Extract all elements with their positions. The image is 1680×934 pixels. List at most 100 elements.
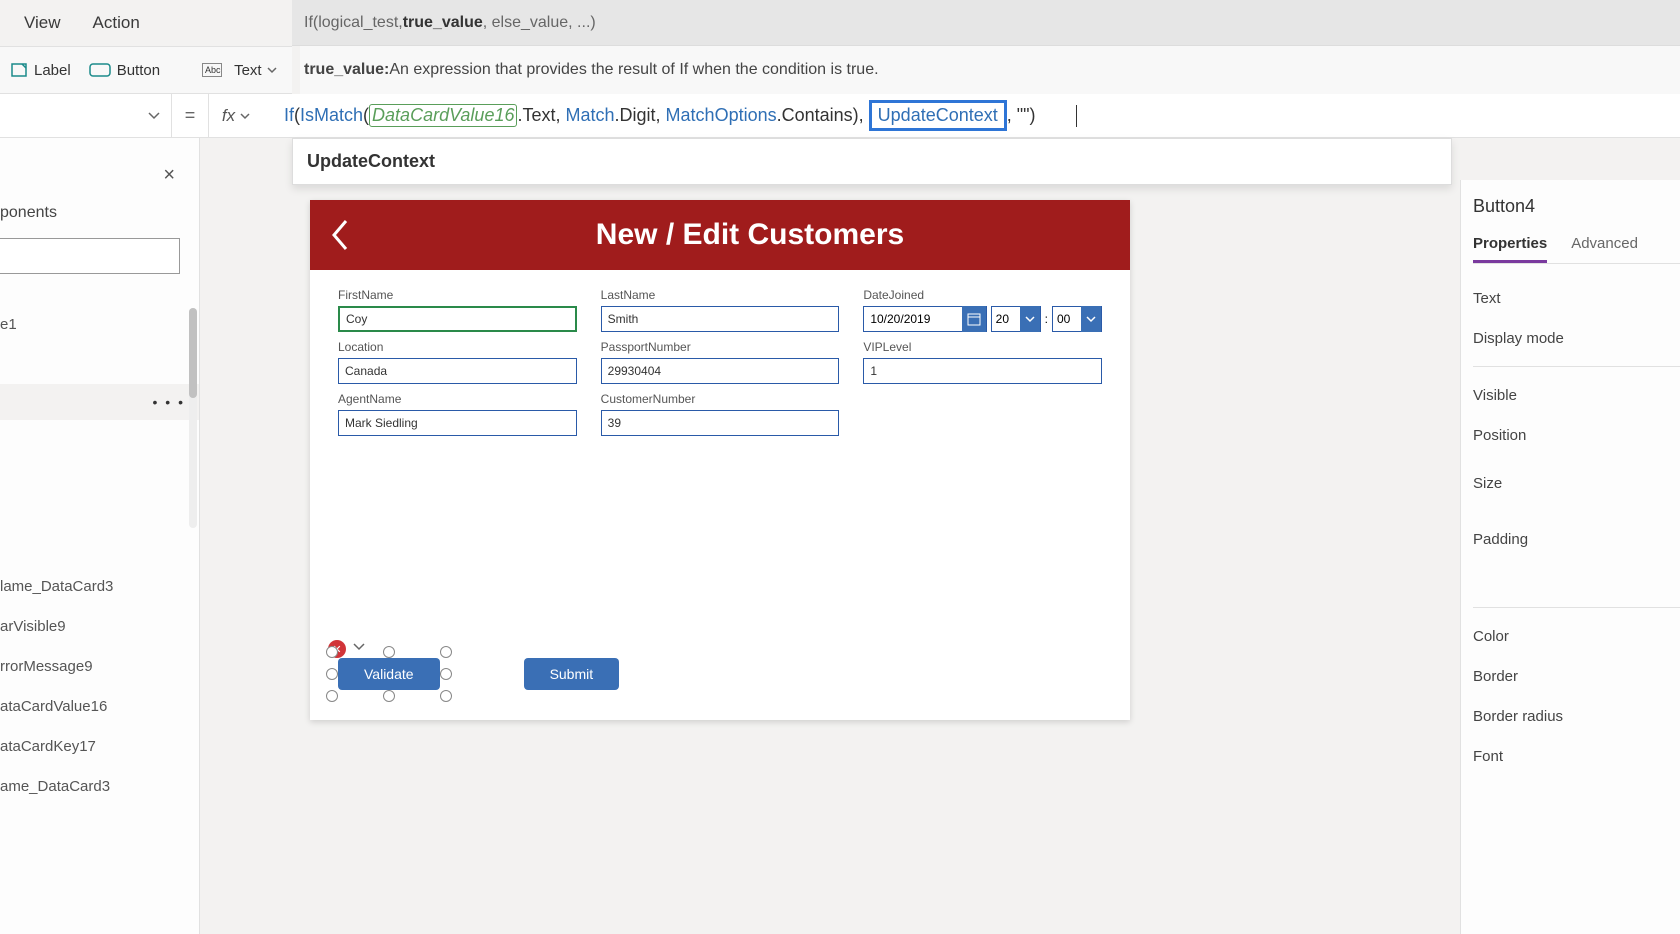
field-label: Location xyxy=(338,340,577,354)
field-lastname: LastName xyxy=(601,288,840,332)
insert-text-dropdown[interactable]: Abc Text xyxy=(198,62,284,79)
prop-display-mode[interactable]: Display mode xyxy=(1473,318,1680,358)
button-icon xyxy=(89,63,111,77)
fx-label[interactable]: fx xyxy=(208,94,264,138)
date-input[interactable]: 10/20/2019 xyxy=(863,306,986,332)
menu-bar: View Action xyxy=(0,0,1680,46)
formula-if: If xyxy=(284,105,294,126)
prop-position[interactable]: Position xyxy=(1473,415,1680,455)
formula-highlight: UpdateContext xyxy=(869,100,1007,131)
tree-item[interactable]: ataCardKey17 xyxy=(0,738,96,755)
divider xyxy=(1473,366,1680,367)
chevron-down-icon[interactable] xyxy=(352,640,366,659)
hour-select[interactable]: 20 xyxy=(991,306,1041,332)
field-label: CustomerNumber xyxy=(601,392,840,406)
submit-button[interactable]: Submit xyxy=(524,658,620,690)
scrollbar-thumb[interactable] xyxy=(189,308,197,398)
tree-item[interactable]: lame_DataCard3 xyxy=(0,578,113,595)
tab-advanced[interactable]: Advanced xyxy=(1571,235,1638,263)
custno-input[interactable] xyxy=(601,410,840,436)
label-icon xyxy=(10,61,28,79)
field-label: FirstName xyxy=(338,288,577,302)
back-button[interactable] xyxy=(310,217,370,253)
tree-view-header: ponents xyxy=(0,204,57,222)
field-label: DateJoined xyxy=(863,288,1102,302)
svg-text:Abc: Abc xyxy=(205,65,221,75)
tree-item[interactable]: arVisible9 xyxy=(0,618,66,635)
tree-search-input[interactable] xyxy=(0,238,180,274)
chevron-down-icon xyxy=(239,110,251,122)
chevron-down-icon[interactable] xyxy=(1020,306,1040,332)
ribbon-description: true_value: An expression that provides … xyxy=(300,46,1680,94)
fx-text: fx xyxy=(222,106,235,126)
button-row: ✕ Validate Submit xyxy=(338,658,619,690)
insert-text-label: Text xyxy=(234,62,262,79)
insert-button-button[interactable]: Button xyxy=(89,62,160,79)
tab-properties[interactable]: Properties xyxy=(1473,235,1547,263)
insert-button-text: Button xyxy=(117,62,160,79)
location-input[interactable] xyxy=(338,358,577,384)
prop-font[interactable]: Font xyxy=(1473,736,1680,776)
date-value: 10/20/2019 xyxy=(864,312,961,326)
tree-item[interactable]: ataCardValue16 xyxy=(0,698,107,715)
minute-select[interactable]: 00 xyxy=(1052,306,1102,332)
prop-text[interactable]: Text xyxy=(1473,278,1680,318)
text-cursor xyxy=(1076,105,1077,127)
lastname-input[interactable] xyxy=(601,306,840,332)
chevron-down-icon xyxy=(266,64,278,76)
formula-bar: = fx If(IsMatch(DataCardValue16.Text, Ma… xyxy=(0,94,1680,138)
calendar-icon[interactable] xyxy=(962,306,986,332)
prop-border-radius[interactable]: Border radius xyxy=(1473,696,1680,736)
time-colon: : xyxy=(1045,306,1048,332)
more-icon[interactable]: • • • xyxy=(153,394,185,410)
field-label: LastName xyxy=(601,288,840,302)
firstname-input[interactable] xyxy=(338,306,577,332)
prop-visible[interactable]: Visible xyxy=(1473,375,1680,415)
prop-border[interactable]: Border xyxy=(1473,656,1680,696)
formula-input[interactable]: If(IsMatch(DataCardValue16.Text, Match.D… xyxy=(264,100,1680,131)
insert-label-text: Label xyxy=(34,62,71,79)
field-label: PassportNumber xyxy=(601,340,840,354)
formula-ismatch: IsMatch xyxy=(300,105,363,126)
prop-padding[interactable]: Padding xyxy=(1473,511,1680,567)
formula-matchoptions: MatchOptions xyxy=(666,105,777,126)
minute-value: 00 xyxy=(1053,312,1081,326)
chevron-down-icon xyxy=(147,109,161,123)
menu-action[interactable]: Action xyxy=(93,13,140,33)
field-vip: VIPLevel xyxy=(863,340,1102,384)
formula-match: Match xyxy=(566,105,615,126)
prop-size[interactable]: Size xyxy=(1473,455,1680,511)
error-badge-icon[interactable]: ✕ xyxy=(328,640,346,658)
properties-tabs: Properties Advanced xyxy=(1473,235,1680,264)
field-firstname: FirstName xyxy=(338,288,577,332)
chevron-down-icon[interactable] xyxy=(1081,306,1101,332)
tree-item[interactable]: rrorMessage9 xyxy=(0,658,93,675)
menu-view[interactable]: View xyxy=(24,13,61,33)
agent-input[interactable] xyxy=(338,410,577,436)
field-agent: AgentName xyxy=(338,392,577,436)
validate-button[interactable]: Validate xyxy=(338,658,440,690)
tree-view-panel: × ponents e1 • • • lame_DataCard3 arVisi… xyxy=(0,138,200,934)
autocomplete-item[interactable]: UpdateContext xyxy=(307,151,1437,172)
tree-item-selected[interactable]: • • • xyxy=(0,384,199,420)
chevron-left-icon xyxy=(328,217,352,253)
ribbon-toolbar: Label Button Abc Text xyxy=(0,46,292,94)
tree-item[interactable]: e1 xyxy=(0,316,17,333)
passport-input[interactable] xyxy=(601,358,840,384)
formula-ref: DataCardValue16 xyxy=(369,104,517,127)
close-icon[interactable]: × xyxy=(163,164,175,187)
vip-input[interactable] xyxy=(863,358,1102,384)
hour-value: 20 xyxy=(992,312,1020,326)
text-icon: Abc xyxy=(202,63,222,77)
property-dropdown[interactable] xyxy=(0,94,172,138)
equals-label: = xyxy=(172,105,208,126)
insert-label-button[interactable]: Label xyxy=(10,61,71,79)
tree-item[interactable]: ame_DataCard3 xyxy=(0,778,110,795)
field-datejoined: DateJoined 10/20/2019 20 : 00 xyxy=(863,288,1102,332)
prop-color[interactable]: Color xyxy=(1473,616,1680,656)
app-canvas: New / Edit Customers FirstName LastName … xyxy=(310,200,1130,720)
form-grid: FirstName LastName DateJoined 10/20/2019… xyxy=(310,270,1130,454)
screen-header: New / Edit Customers xyxy=(310,200,1130,270)
properties-panel: Button4 Properties Advanced Text Display… xyxy=(1460,180,1680,934)
field-label: AgentName xyxy=(338,392,577,406)
